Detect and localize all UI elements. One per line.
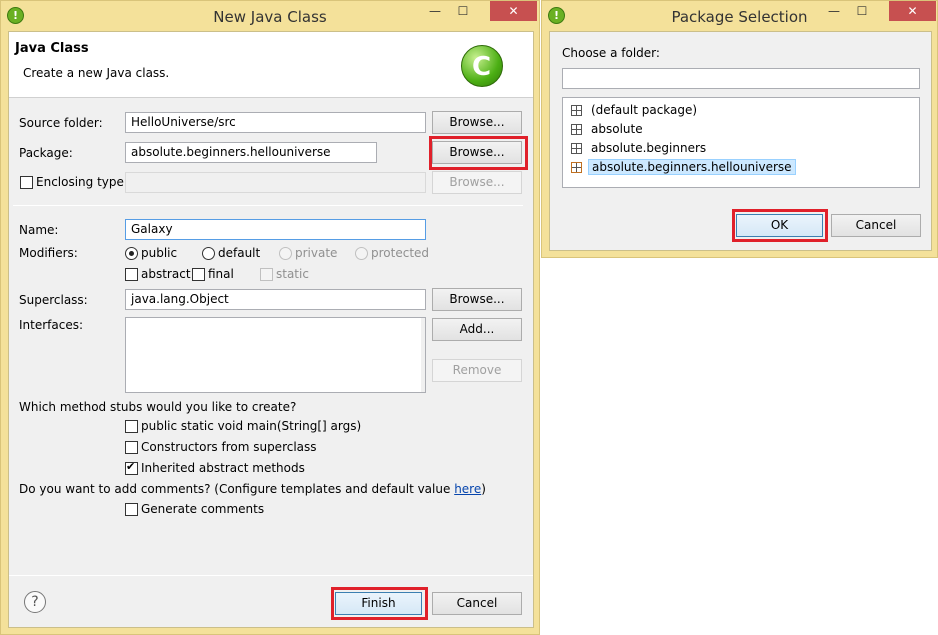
package-tree[interactable]: (default package) absolute absolute.begi… <box>562 97 920 188</box>
package-maximize-button[interactable]: ☐ <box>849 1 875 21</box>
class-name-field[interactable]: Galaxy <box>125 219 426 240</box>
constructors-stub-label: Constructors from superclass <box>141 440 317 454</box>
inherited-stub-label: Inherited abstract methods <box>141 461 305 475</box>
add-interface-button[interactable]: Add... <box>432 318 522 341</box>
package-label: Package: <box>19 146 73 160</box>
abstract-checkbox-label: abstract <box>141 267 191 281</box>
source-folder-field[interactable]: HelloUniverse/src <box>125 112 426 133</box>
private-radio-label: private <box>295 246 338 260</box>
abstract-checkbox[interactable] <box>125 268 138 281</box>
help-icon[interactable]: ? <box>24 591 46 613</box>
comments-question: Do you want to add comments? (Configure … <box>19 482 486 496</box>
package-client-area: Choose a folder: (default package) absol… <box>549 31 932 251</box>
protected-radio-label: protected <box>371 246 430 260</box>
comments-question-text: Do you want to add comments? (Configure … <box>19 482 455 496</box>
package-item-label: absolute <box>591 122 643 136</box>
source-folder-browse-button[interactable]: Browse... <box>432 111 522 134</box>
package-field[interactable]: absolute.beginners.hellouniverse <box>125 142 377 163</box>
header-title: Java Class <box>15 41 89 56</box>
package-item[interactable]: absolute <box>567 121 867 138</box>
package-filter-input[interactable] <box>562 68 920 89</box>
package-title-bar[interactable]: ! Package Selection — ☐ ✕ <box>542 1 937 31</box>
header-banner: Java Class Create a new Java class. C <box>9 32 533 98</box>
package-icon <box>571 143 582 154</box>
name-label: Name: <box>19 223 59 237</box>
footer-separator <box>9 575 533 576</box>
ok-highlight <box>732 209 828 242</box>
main-stub-checkbox[interactable] <box>125 420 138 433</box>
package-selection-window: ! Package Selection — ☐ ✕ Choose a folde… <box>541 0 938 258</box>
package-item[interactable]: absolute.beginners <box>567 140 867 157</box>
enclosing-type-field <box>125 172 426 193</box>
package-item-label: absolute.beginners <box>591 141 707 155</box>
package-item-label: (default package) <box>591 103 698 117</box>
close-button[interactable]: ✕ <box>490 1 537 21</box>
superclass-field[interactable]: java.lang.Object <box>125 289 426 310</box>
templates-here-link[interactable]: here <box>454 482 481 496</box>
interfaces-list[interactable] <box>125 317 426 393</box>
source-folder-label: Source folder: <box>19 116 103 130</box>
remove-interface-button: Remove <box>432 359 522 382</box>
public-radio-label: public <box>141 246 178 260</box>
enclosing-type-checkbox[interactable] <box>20 176 33 189</box>
default-radio[interactable] <box>202 247 215 260</box>
modifiers-label: Modifiers: <box>19 246 78 260</box>
title-bar[interactable]: ! New Java Class — ☐ ✕ <box>1 1 539 31</box>
comments-question-close: ) <box>481 482 486 496</box>
package-window-title: Package Selection <box>671 8 808 26</box>
stubs-question: Which method stubs would you like to cre… <box>19 400 297 414</box>
static-checkbox-label: static <box>276 267 309 281</box>
package-icon <box>571 124 582 135</box>
package-cancel-button[interactable]: Cancel <box>831 214 921 237</box>
package-item-selected[interactable]: absolute.beginners.hellouniverse <box>567 159 867 176</box>
finish-highlight <box>331 587 428 620</box>
superclass-browse-button[interactable]: Browse... <box>432 288 522 311</box>
final-checkbox[interactable] <box>192 268 205 281</box>
package-close-button[interactable]: ✕ <box>889 1 936 21</box>
main-stub-label: public static void main(String[] args) <box>141 419 362 433</box>
inherited-stub-checkbox[interactable] <box>125 460 138 475</box>
generate-comments-checkbox[interactable] <box>125 503 138 516</box>
public-radio[interactable] <box>125 247 138 260</box>
interfaces-scrollbar[interactable] <box>421 318 425 392</box>
cancel-button[interactable]: Cancel <box>432 592 522 615</box>
minimize-button[interactable]: — <box>422 1 448 21</box>
package-icon <box>571 105 582 116</box>
package-minimize-button[interactable]: — <box>821 1 847 21</box>
superclass-label: Superclass: <box>19 293 88 307</box>
protected-radio <box>355 247 368 260</box>
choose-folder-label: Choose a folder: <box>562 46 660 60</box>
package-browse-highlight <box>429 136 528 170</box>
private-radio <box>279 247 292 260</box>
enclosing-type-browse-button: Browse... <box>432 171 522 194</box>
static-checkbox <box>260 268 273 281</box>
constructors-stub-checkbox[interactable] <box>125 441 138 454</box>
enclosing-type-label: Enclosing type: <box>36 175 128 189</box>
generate-comments-label: Generate comments <box>141 502 265 516</box>
package-item[interactable]: (default package) <box>567 102 867 119</box>
default-radio-label: default <box>218 246 261 260</box>
maximize-button[interactable]: ☐ <box>450 1 476 21</box>
header-subtitle: Create a new Java class. <box>23 66 170 80</box>
dialog-client-area: Java Class Create a new Java class. C So… <box>8 31 534 628</box>
java-class-wizard-icon: C <box>461 45 503 87</box>
new-java-class-window: ! New Java Class — ☐ ✕ Java Class Create… <box>0 0 540 635</box>
interfaces-label: Interfaces: <box>19 318 84 332</box>
separator <box>13 205 523 206</box>
package-icon <box>571 162 582 173</box>
final-checkbox-label: final <box>208 267 234 281</box>
package-item-label: absolute.beginners.hellouniverse <box>588 159 796 175</box>
